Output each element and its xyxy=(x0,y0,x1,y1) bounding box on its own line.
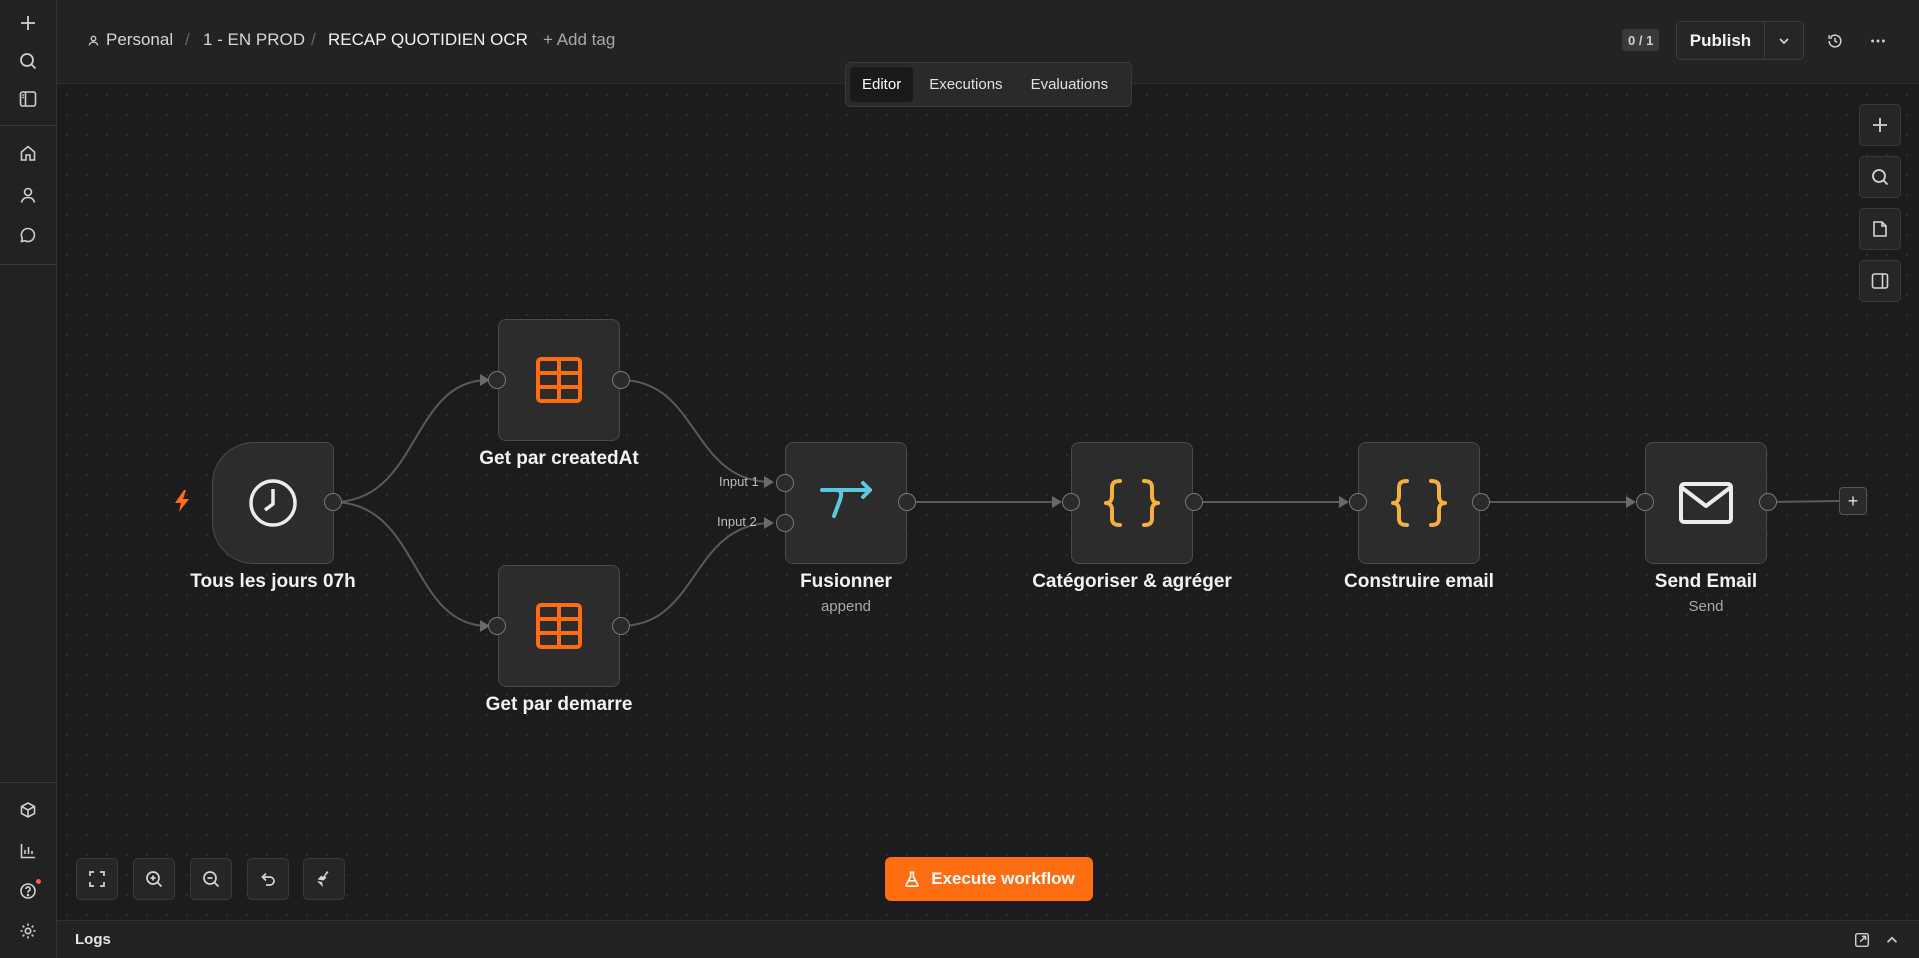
node-label: Send Email xyxy=(1654,571,1758,592)
node-construire-email[interactable] xyxy=(1358,442,1480,564)
breadcrumb-project-label: Personal xyxy=(106,30,174,49)
chevron-down-icon xyxy=(1779,37,1789,44)
broom-icon xyxy=(317,871,329,887)
node-label: Catégoriser & agréger xyxy=(1032,571,1232,592)
clock-icon xyxy=(249,479,297,527)
tab-executions[interactable]: Executions xyxy=(917,67,1014,102)
breadcrumb-folder[interactable]: 1 - EN PROD xyxy=(203,30,305,50)
side-panel-button[interactable] xyxy=(1859,260,1901,302)
node-label: Construire email xyxy=(1344,571,1494,592)
sticky-note-button[interactable] xyxy=(1859,208,1901,250)
execute-workflow-button[interactable]: Execute workflow xyxy=(885,857,1093,901)
logs-label: Logs xyxy=(75,931,111,948)
output-handle[interactable] xyxy=(324,493,342,511)
zoom-out-icon xyxy=(203,871,220,888)
logs-bar[interactable]: Logs xyxy=(57,920,1919,958)
code-braces-icon xyxy=(1104,479,1160,527)
search-icon xyxy=(1872,169,1889,186)
input-handle-2[interactable] xyxy=(776,514,794,532)
merge-icon xyxy=(820,481,872,518)
insights-icon[interactable] xyxy=(14,837,42,865)
sticky-note-icon xyxy=(1873,221,1887,237)
table-icon xyxy=(536,603,582,649)
tidy-up-button[interactable] xyxy=(303,858,345,900)
workflow-name-label: RECAP QUOTIDIEN OCR xyxy=(328,30,528,49)
input-handle[interactable] xyxy=(488,617,506,635)
templates-icon[interactable] xyxy=(14,796,42,824)
notification-dot xyxy=(36,879,41,884)
fit-view-icon xyxy=(89,871,105,887)
node-label: Get par createdAt xyxy=(479,448,639,469)
node-get-par-demarre[interactable] xyxy=(498,565,620,687)
fit-view-button[interactable] xyxy=(76,858,118,900)
user-icon xyxy=(88,35,99,46)
undo-button[interactable] xyxy=(247,858,289,900)
input-handle[interactable] xyxy=(1062,493,1080,511)
home-icon[interactable] xyxy=(14,139,42,167)
node-get-par-createdat[interactable] xyxy=(498,319,620,441)
breadcrumb-project[interactable]: Personal xyxy=(87,30,173,50)
node-subtitle: Send xyxy=(1688,598,1724,615)
zoom-in-icon xyxy=(146,871,163,888)
output-handle[interactable] xyxy=(612,617,630,635)
settings-icon[interactable] xyxy=(14,917,42,945)
undo-icon xyxy=(261,872,275,886)
table-icon xyxy=(536,357,582,403)
breadcrumb-separator: / xyxy=(185,30,190,49)
add-node-panel-button[interactable] xyxy=(1859,104,1901,146)
more-options-icon[interactable] xyxy=(1865,28,1891,54)
workflow-name[interactable]: RECAP QUOTIDIEN OCR xyxy=(328,30,528,50)
publish-button[interactable]: Publish xyxy=(1677,22,1765,59)
output-handle[interactable] xyxy=(612,371,630,389)
node-trigger[interactable] xyxy=(212,442,334,564)
panel-right-icon xyxy=(1871,273,1889,289)
zoom-in-button[interactable] xyxy=(133,858,175,900)
envelope-icon xyxy=(1679,482,1733,524)
breadcrumb-folder-label: 1 - EN PROD xyxy=(203,30,306,49)
code-braces-icon xyxy=(1391,479,1447,527)
version-counter: 0 / 1 xyxy=(1622,29,1660,51)
publish-button-group: Publish xyxy=(1676,21,1804,60)
chat-icon[interactable] xyxy=(14,221,42,249)
sidebar xyxy=(0,0,57,958)
input-handle-1[interactable] xyxy=(776,474,794,492)
history-icon[interactable] xyxy=(1822,28,1848,54)
add-tag-button[interactable]: + Add tag xyxy=(543,30,615,50)
plus-icon xyxy=(1873,118,1887,132)
user-icon[interactable] xyxy=(14,181,42,209)
chevron-up-icon[interactable] xyxy=(1883,931,1901,949)
breadcrumb-separator: / xyxy=(311,30,316,49)
node-fusionner[interactable] xyxy=(785,442,907,564)
add-node-button[interactable]: + xyxy=(1839,487,1867,515)
trigger-bolt-icon xyxy=(172,489,192,513)
search-icon[interactable] xyxy=(14,47,42,75)
input-handle[interactable] xyxy=(1636,493,1654,511)
view-tabs: Editor Executions Evaluations xyxy=(845,62,1132,107)
zoom-out-button[interactable] xyxy=(190,858,232,900)
publish-dropdown-button[interactable] xyxy=(1765,22,1803,59)
node-label: Tous les jours 07h xyxy=(190,571,356,592)
plus-icon[interactable] xyxy=(14,9,42,37)
node-subtitle: append xyxy=(820,598,872,615)
search-nodes-button[interactable] xyxy=(1859,156,1901,198)
node-send-email[interactable] xyxy=(1645,442,1767,564)
help-icon[interactable] xyxy=(14,877,42,905)
flask-icon xyxy=(905,871,919,888)
tab-editor[interactable]: Editor xyxy=(850,67,914,102)
execute-workflow-label: Execute workflow xyxy=(931,869,1075,888)
input-handle[interactable] xyxy=(1349,493,1367,511)
node-label: Get par demarre xyxy=(485,694,633,715)
node-categoriser-agreger[interactable] xyxy=(1071,442,1193,564)
input-1-label: Input 1 xyxy=(719,474,759,489)
output-handle[interactable] xyxy=(1472,493,1490,511)
input-handle[interactable] xyxy=(488,371,506,389)
tab-evaluations[interactable]: Evaluations xyxy=(1019,67,1121,102)
node-label: Fusionner xyxy=(800,571,892,592)
output-handle[interactable] xyxy=(898,493,916,511)
sidebar-toggle-icon[interactable] xyxy=(14,85,42,113)
output-handle[interactable] xyxy=(1759,493,1777,511)
popout-icon[interactable] xyxy=(1853,931,1871,949)
input-2-label: Input 2 xyxy=(717,514,757,529)
output-handle[interactable] xyxy=(1185,493,1203,511)
